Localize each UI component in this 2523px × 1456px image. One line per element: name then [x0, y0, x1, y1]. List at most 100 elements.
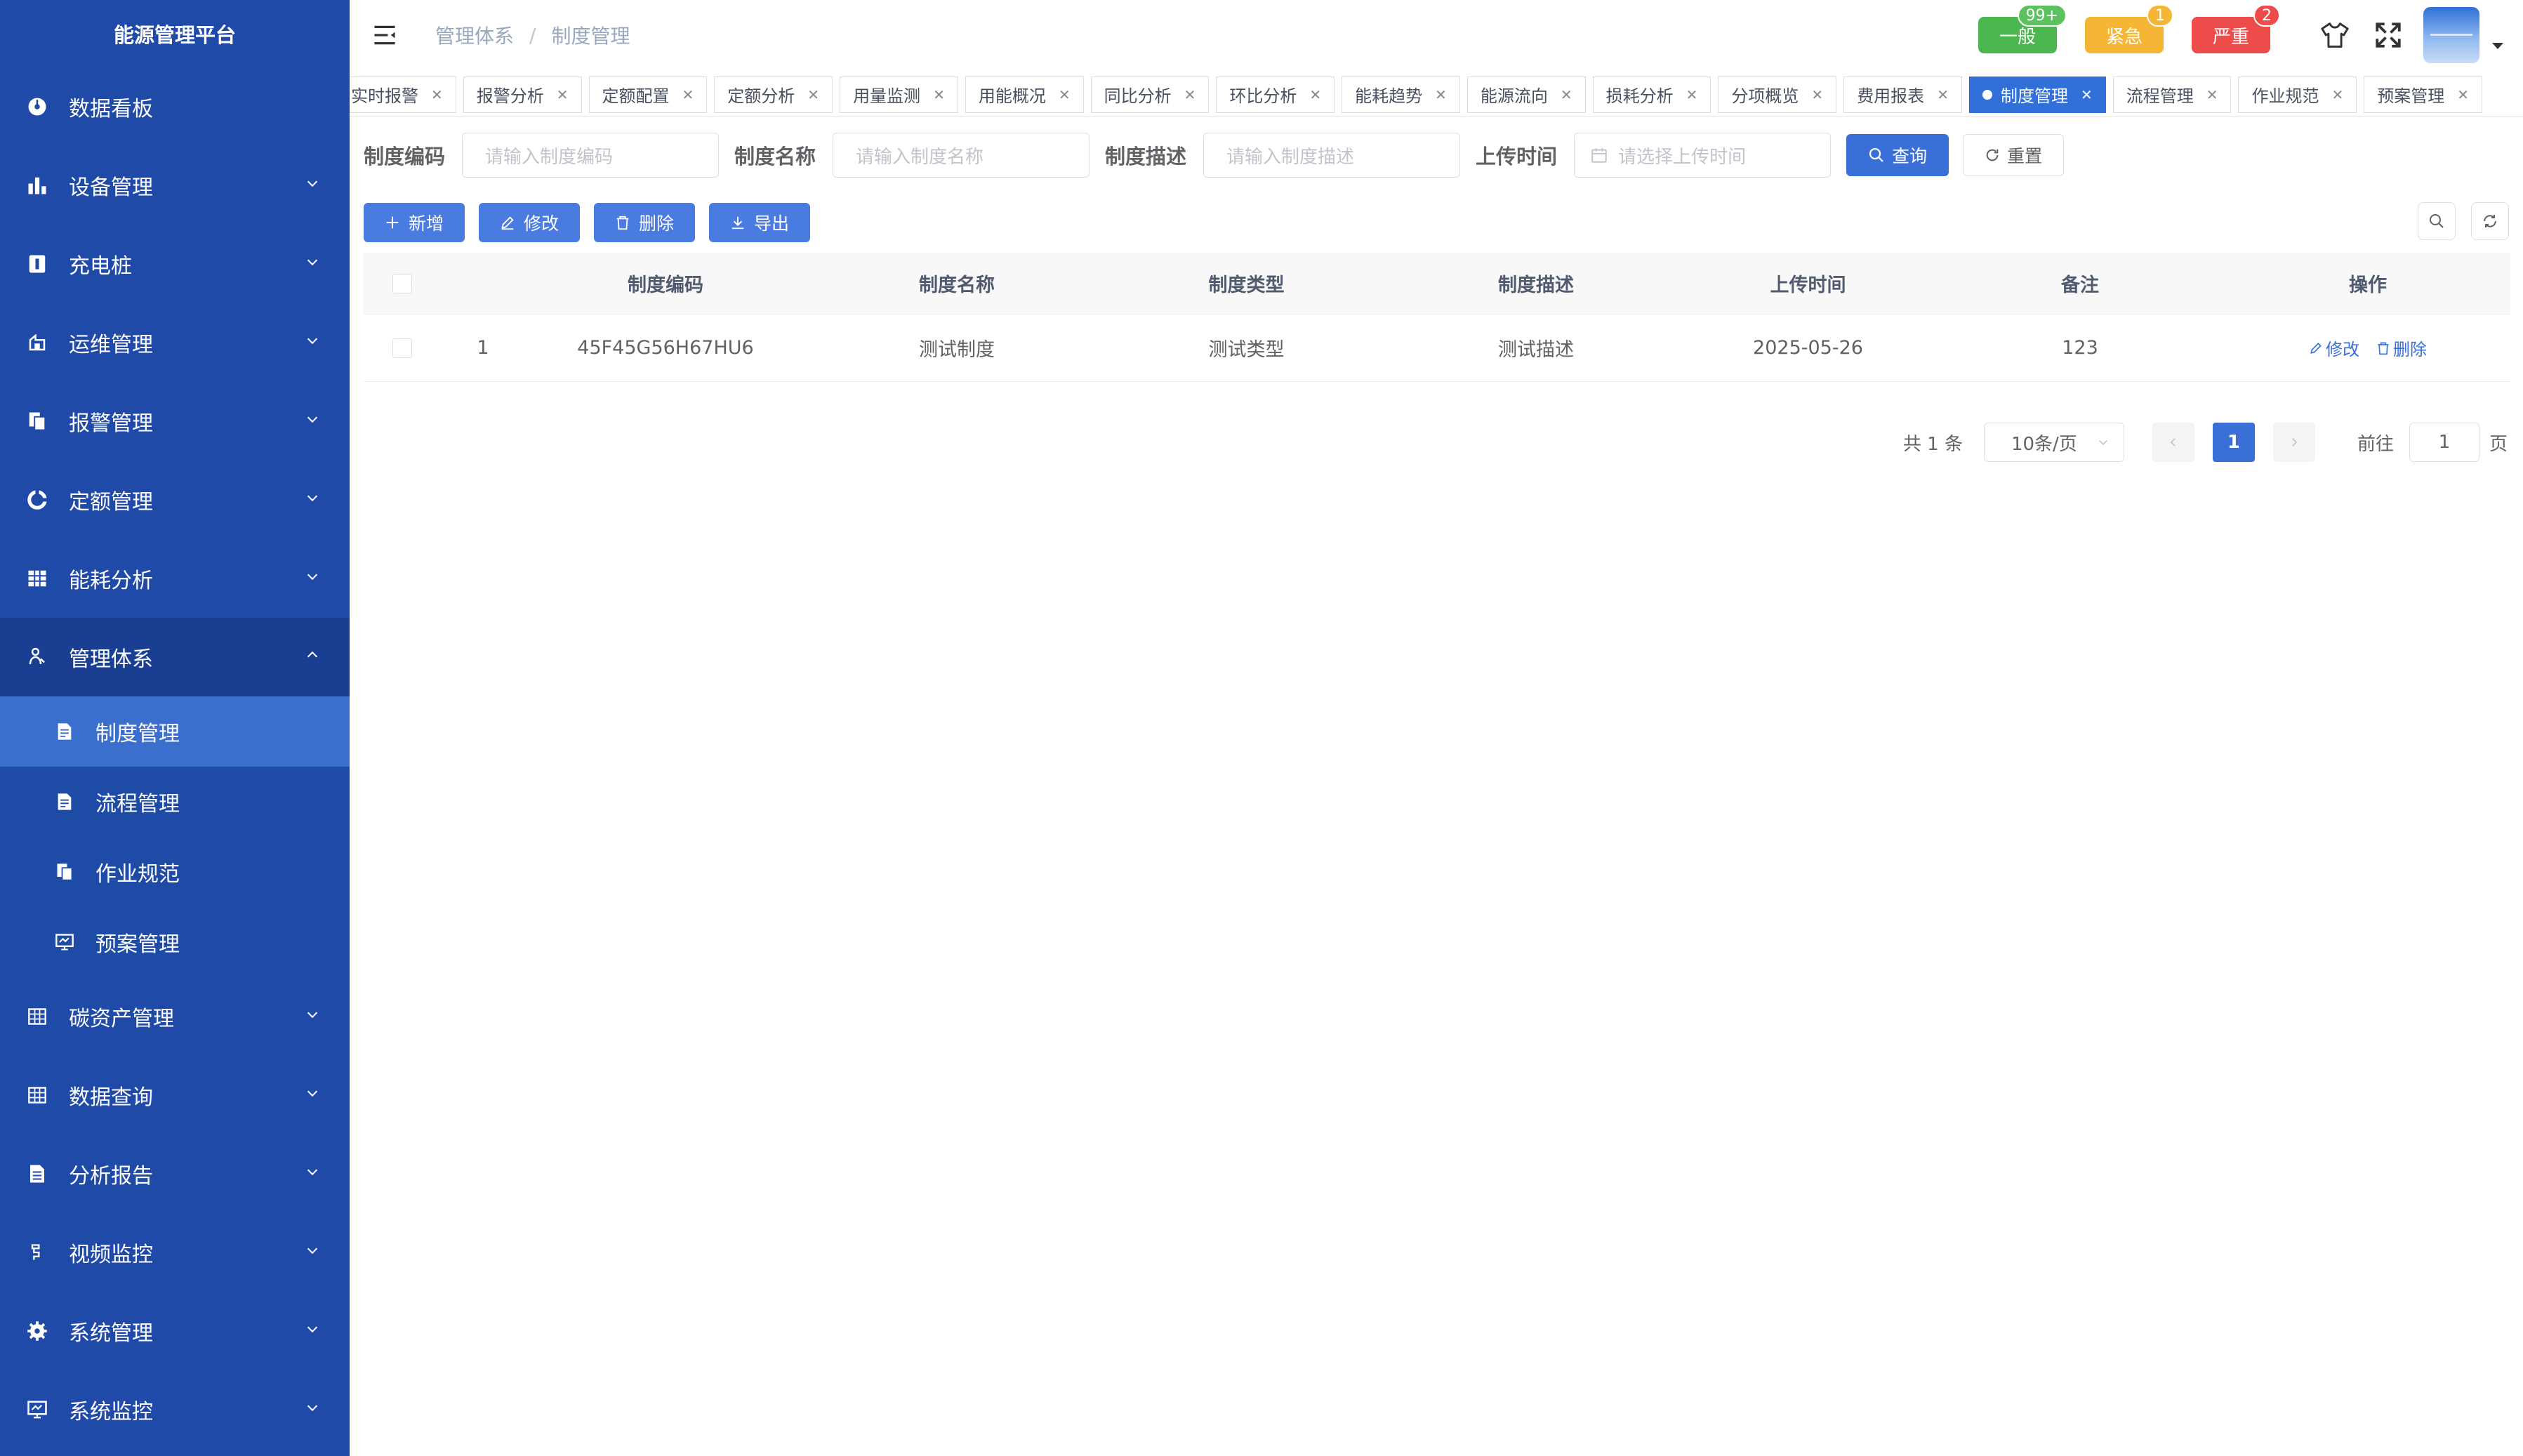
sidebar-item-device[interactable]: 设备管理 — [0, 146, 350, 225]
close-icon[interactable]: ✕ — [1059, 86, 1071, 103]
tag-process-management[interactable]: 流程管理 ✕ — [2112, 76, 2232, 113]
menu-toggle-icon[interactable] — [372, 21, 400, 49]
breadcrumb-item-parent[interactable]: 管理体系 — [435, 21, 514, 49]
close-icon[interactable]: ✕ — [1686, 86, 1698, 103]
close-icon[interactable]: ✕ — [557, 86, 569, 103]
avatar[interactable] — [2423, 7, 2479, 63]
chevron-down-icon — [2099, 440, 2107, 446]
close-icon[interactable]: ✕ — [2206, 86, 2218, 103]
goto-page-input[interactable]: 1 — [2409, 423, 2479, 462]
code-input[interactable]: 请输入制度编码 — [462, 133, 720, 178]
tag-work-standard[interactable]: 作业规范 ✕ — [2238, 76, 2357, 113]
close-icon[interactable]: ✕ — [2331, 86, 2343, 103]
sidebar-item-carbon-assets[interactable]: 碳资产管理 — [0, 977, 350, 1056]
query-button[interactable]: 查询 — [1846, 134, 1949, 176]
tag-usage-monitor[interactable]: 用量监测 ✕ — [840, 76, 958, 113]
desc-label: 制度描述 — [1105, 145, 1187, 168]
sidebar-item-system-monitor[interactable]: 系统监控 — [0, 1370, 350, 1449]
delete-button[interactable]: 删除 — [594, 203, 696, 242]
chevron-down-icon — [307, 1326, 318, 1333]
close-icon[interactable]: ✕ — [1937, 86, 1949, 103]
reset-button[interactable]: 重置 — [1963, 134, 2065, 176]
video-icon — [25, 1240, 49, 1264]
close-icon[interactable]: ✕ — [933, 86, 945, 103]
tag-contingency[interactable]: 预案管理 ✕ — [2364, 76, 2483, 113]
sidebar-subitem-policy[interactable]: 制度管理 — [0, 696, 350, 767]
sidebar-item-video[interactable]: 视频监控 — [0, 1213, 350, 1292]
row-edit-link[interactable]: 修改 — [2309, 336, 2359, 360]
tag-cost-report[interactable]: 费用报表 ✕ — [1843, 76, 1962, 113]
add-button[interactable]: 新增 — [364, 203, 465, 242]
time-picker[interactable]: 请选择上传时间 — [1574, 133, 1832, 178]
tag-energy-flow[interactable]: 能源流向 ✕ — [1466, 76, 1586, 113]
cell-note: 123 — [2062, 337, 2098, 359]
copy-icon — [53, 861, 76, 883]
sidebar-item-quota[interactable]: 定额管理 — [0, 461, 350, 539]
row-delete-link[interactable]: 删除 — [2376, 336, 2427, 360]
edit-button[interactable]: 修改 — [479, 203, 581, 242]
close-icon[interactable]: ✕ — [431, 86, 443, 103]
sidebar-item-charger[interactable]: 充电桩 — [0, 225, 350, 303]
monitor-icon — [53, 931, 76, 953]
tag-energy-overview[interactable]: 用能概况 ✕ — [965, 76, 1084, 113]
tag-label: 预案管理 — [2377, 86, 2445, 106]
tag-item-overview[interactable]: 分项概览 ✕ — [1718, 76, 1837, 113]
page-number-button[interactable]: 1 — [2212, 423, 2255, 462]
tag-label: 流程管理 — [2126, 86, 2194, 106]
alert-general-button[interactable]: 一般 99+ — [1978, 4, 2067, 53]
query-label: 查询 — [1892, 146, 1928, 166]
select-all-checkbox[interactable] — [392, 273, 412, 293]
edit-label: 修改 — [524, 213, 559, 234]
sidebar-item-data-query[interactable]: 数据查询 — [0, 1056, 350, 1134]
fullscreen-icon[interactable] — [2371, 18, 2405, 52]
tag-policy-management[interactable]: 制度管理 ✕ — [1968, 76, 2106, 113]
sidebar-subitem-process[interactable]: 流程管理 — [0, 767, 350, 837]
caret-down-icon[interactable] — [2492, 42, 2503, 49]
tag-energy-trend[interactable]: 能耗趋势 ✕ — [1342, 76, 1460, 113]
prev-page-button[interactable] — [2152, 423, 2194, 462]
tag-alarm-analysis[interactable]: 报警分析 ✕ — [463, 76, 582, 113]
tag-quota-analysis[interactable]: 定额分析 ✕ — [714, 76, 833, 113]
sidebar-subitem-work-standard[interactable]: 作业规范 — [0, 837, 350, 907]
alert-urgent-button[interactable]: 紧急 1 — [2085, 4, 2173, 53]
alert-count-badge: 2 — [2253, 4, 2280, 27]
tag-yoy-analysis[interactable]: 同比分析 ✕ — [1090, 76, 1210, 113]
report-icon — [25, 1162, 49, 1186]
close-icon[interactable]: ✕ — [1561, 86, 1572, 103]
sidebar-item-dashboard[interactable]: 数据看板 — [0, 67, 350, 146]
sidebar-item-alarm[interactable]: 报警管理 — [0, 382, 350, 461]
sidebar-subitem-contingency[interactable]: 预案管理 — [0, 907, 350, 977]
desc-input[interactable]: 请输入制度描述 — [1203, 133, 1461, 178]
charger-icon — [25, 252, 49, 276]
sidebar-item-maintenance[interactable]: 运维管理 — [0, 303, 350, 382]
close-icon[interactable]: ✕ — [1184, 86, 1196, 103]
theme-shirt-icon[interactable] — [2318, 18, 2352, 52]
tag-mom-analysis[interactable]: 环比分析 ✕ — [1216, 76, 1335, 113]
tag-realtime-alarm[interactable]: 实时报警 ✕ — [350, 76, 456, 113]
sidebar-item-management-system[interactable]: 管理体系 — [0, 618, 350, 696]
cell-type: 测试类型 — [1208, 339, 1285, 361]
close-icon[interactable]: ✕ — [1309, 86, 1321, 103]
next-page-button[interactable] — [2272, 423, 2315, 462]
close-icon[interactable]: ✕ — [2457, 86, 2469, 103]
active-dot-icon — [1982, 89, 1992, 100]
name-input[interactable]: 请输入制度名称 — [833, 133, 1090, 178]
tag-loss-analysis[interactable]: 损耗分析 ✕ — [1592, 76, 1711, 113]
close-icon[interactable]: ✕ — [2081, 86, 2093, 103]
tag-quota-config[interactable]: 定额配置 ✕ — [588, 76, 708, 113]
alert-severe-button[interactable]: 严重 2 — [2192, 4, 2280, 53]
sidebar-item-energy-analysis[interactable]: 能耗分析 — [0, 539, 350, 618]
bar-chart-icon — [25, 173, 49, 197]
close-icon[interactable]: ✕ — [1435, 86, 1447, 103]
close-icon[interactable]: ✕ — [682, 86, 694, 103]
row-checkbox[interactable] — [392, 338, 412, 358]
close-icon[interactable]: ✕ — [1811, 86, 1823, 103]
download-icon — [731, 216, 744, 230]
close-icon[interactable]: ✕ — [807, 86, 819, 103]
export-button[interactable]: 导出 — [709, 203, 811, 242]
sidebar-item-system-settings[interactable]: 系统管理 — [0, 1292, 350, 1370]
refresh-table-button[interactable] — [2471, 202, 2509, 240]
page-size-select[interactable]: 10条/页 — [1983, 423, 2124, 462]
sidebar-item-analysis-report[interactable]: 分析报告 — [0, 1134, 350, 1213]
toggle-search-button[interactable] — [2418, 202, 2456, 240]
